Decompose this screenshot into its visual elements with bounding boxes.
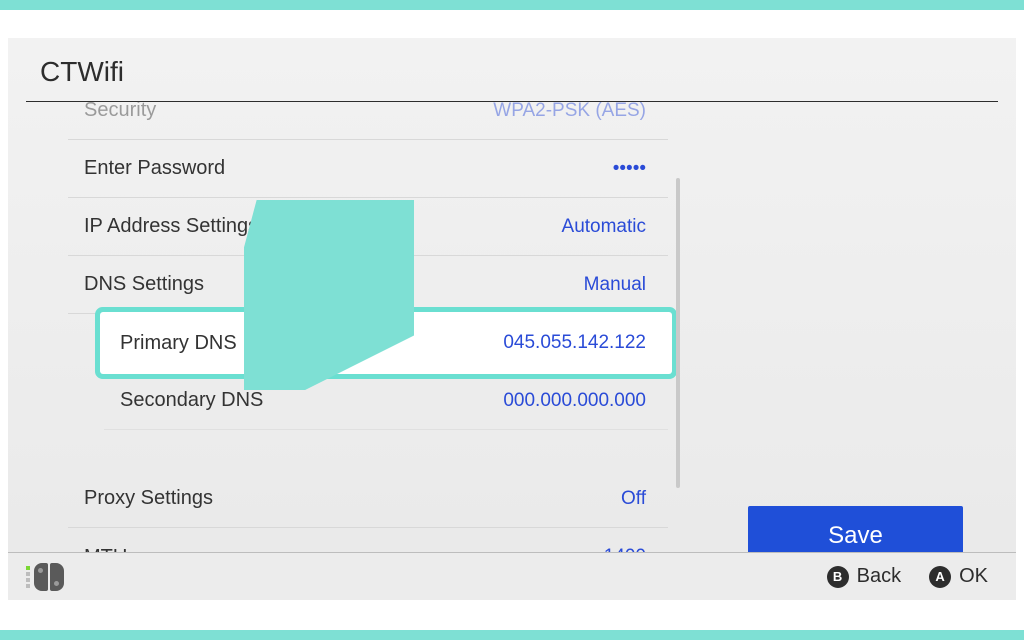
row-label: Security: [84, 100, 156, 122]
scrollbar[interactable]: [676, 178, 680, 488]
content-area: Security WPA2-PSK (AES) Enter Password •…: [8, 100, 1016, 552]
row-primary-dns[interactable]: Primary DNS 045.055.142.122: [104, 314, 668, 372]
joycon-icon: [34, 563, 64, 591]
row-value: Manual: [584, 274, 646, 296]
page-title-bar: CTWifi: [8, 38, 1016, 102]
row-value: Off: [621, 488, 646, 510]
row-value: 000.000.000.000: [503, 390, 646, 412]
a-button-icon: A: [929, 566, 951, 588]
row-label: Primary DNS: [120, 332, 237, 355]
frame-border-top: [0, 0, 1024, 10]
row-label: Proxy Settings: [84, 487, 213, 510]
player-indicator-icon: [26, 566, 30, 588]
row-security[interactable]: Security WPA2-PSK (AES): [68, 100, 668, 140]
row-primary-dns-wrap: Primary DNS 045.055.142.122: [104, 314, 668, 372]
settings-screen: CTWifi Security WPA2-PSK (AES) Enter Pas…: [8, 38, 1016, 600]
row-value: •••••: [613, 158, 646, 180]
frame-border-bottom: [0, 630, 1024, 640]
hint-back: B Back: [827, 565, 901, 588]
row-enter-password[interactable]: Enter Password •••••: [68, 140, 668, 198]
row-dns-settings[interactable]: DNS Settings Manual: [68, 256, 668, 314]
row-proxy-settings[interactable]: Proxy Settings Off: [68, 470, 668, 528]
b-button-icon: B: [827, 566, 849, 588]
hint-ok: A OK: [929, 565, 988, 588]
row-label: Enter Password: [84, 157, 225, 180]
row-label: Secondary DNS: [120, 389, 263, 412]
row-mtu[interactable]: MTU 1400: [68, 528, 668, 552]
settings-list: Security WPA2-PSK (AES) Enter Password •…: [68, 100, 668, 552]
controller-status: [26, 563, 64, 591]
hint-ok-label: OK: [959, 565, 988, 588]
row-secondary-dns[interactable]: Secondary DNS 000.000.000.000: [104, 372, 668, 430]
page-title: CTWifi: [40, 56, 124, 87]
row-value: WPA2-PSK (AES): [493, 100, 646, 122]
row-value: 045.055.142.122: [503, 332, 646, 354]
row-label: DNS Settings: [84, 273, 204, 296]
row-label: IP Address Settings: [84, 215, 258, 238]
save-button[interactable]: Save: [748, 506, 963, 552]
row-ip-address-settings[interactable]: IP Address Settings Automatic: [68, 198, 668, 256]
row-value: Automatic: [562, 216, 646, 238]
footer-hints: B Back A OK: [827, 565, 988, 588]
hint-back-label: Back: [857, 565, 901, 588]
save-button-label: Save: [828, 522, 883, 550]
footer-bar: B Back A OK: [8, 552, 1016, 600]
